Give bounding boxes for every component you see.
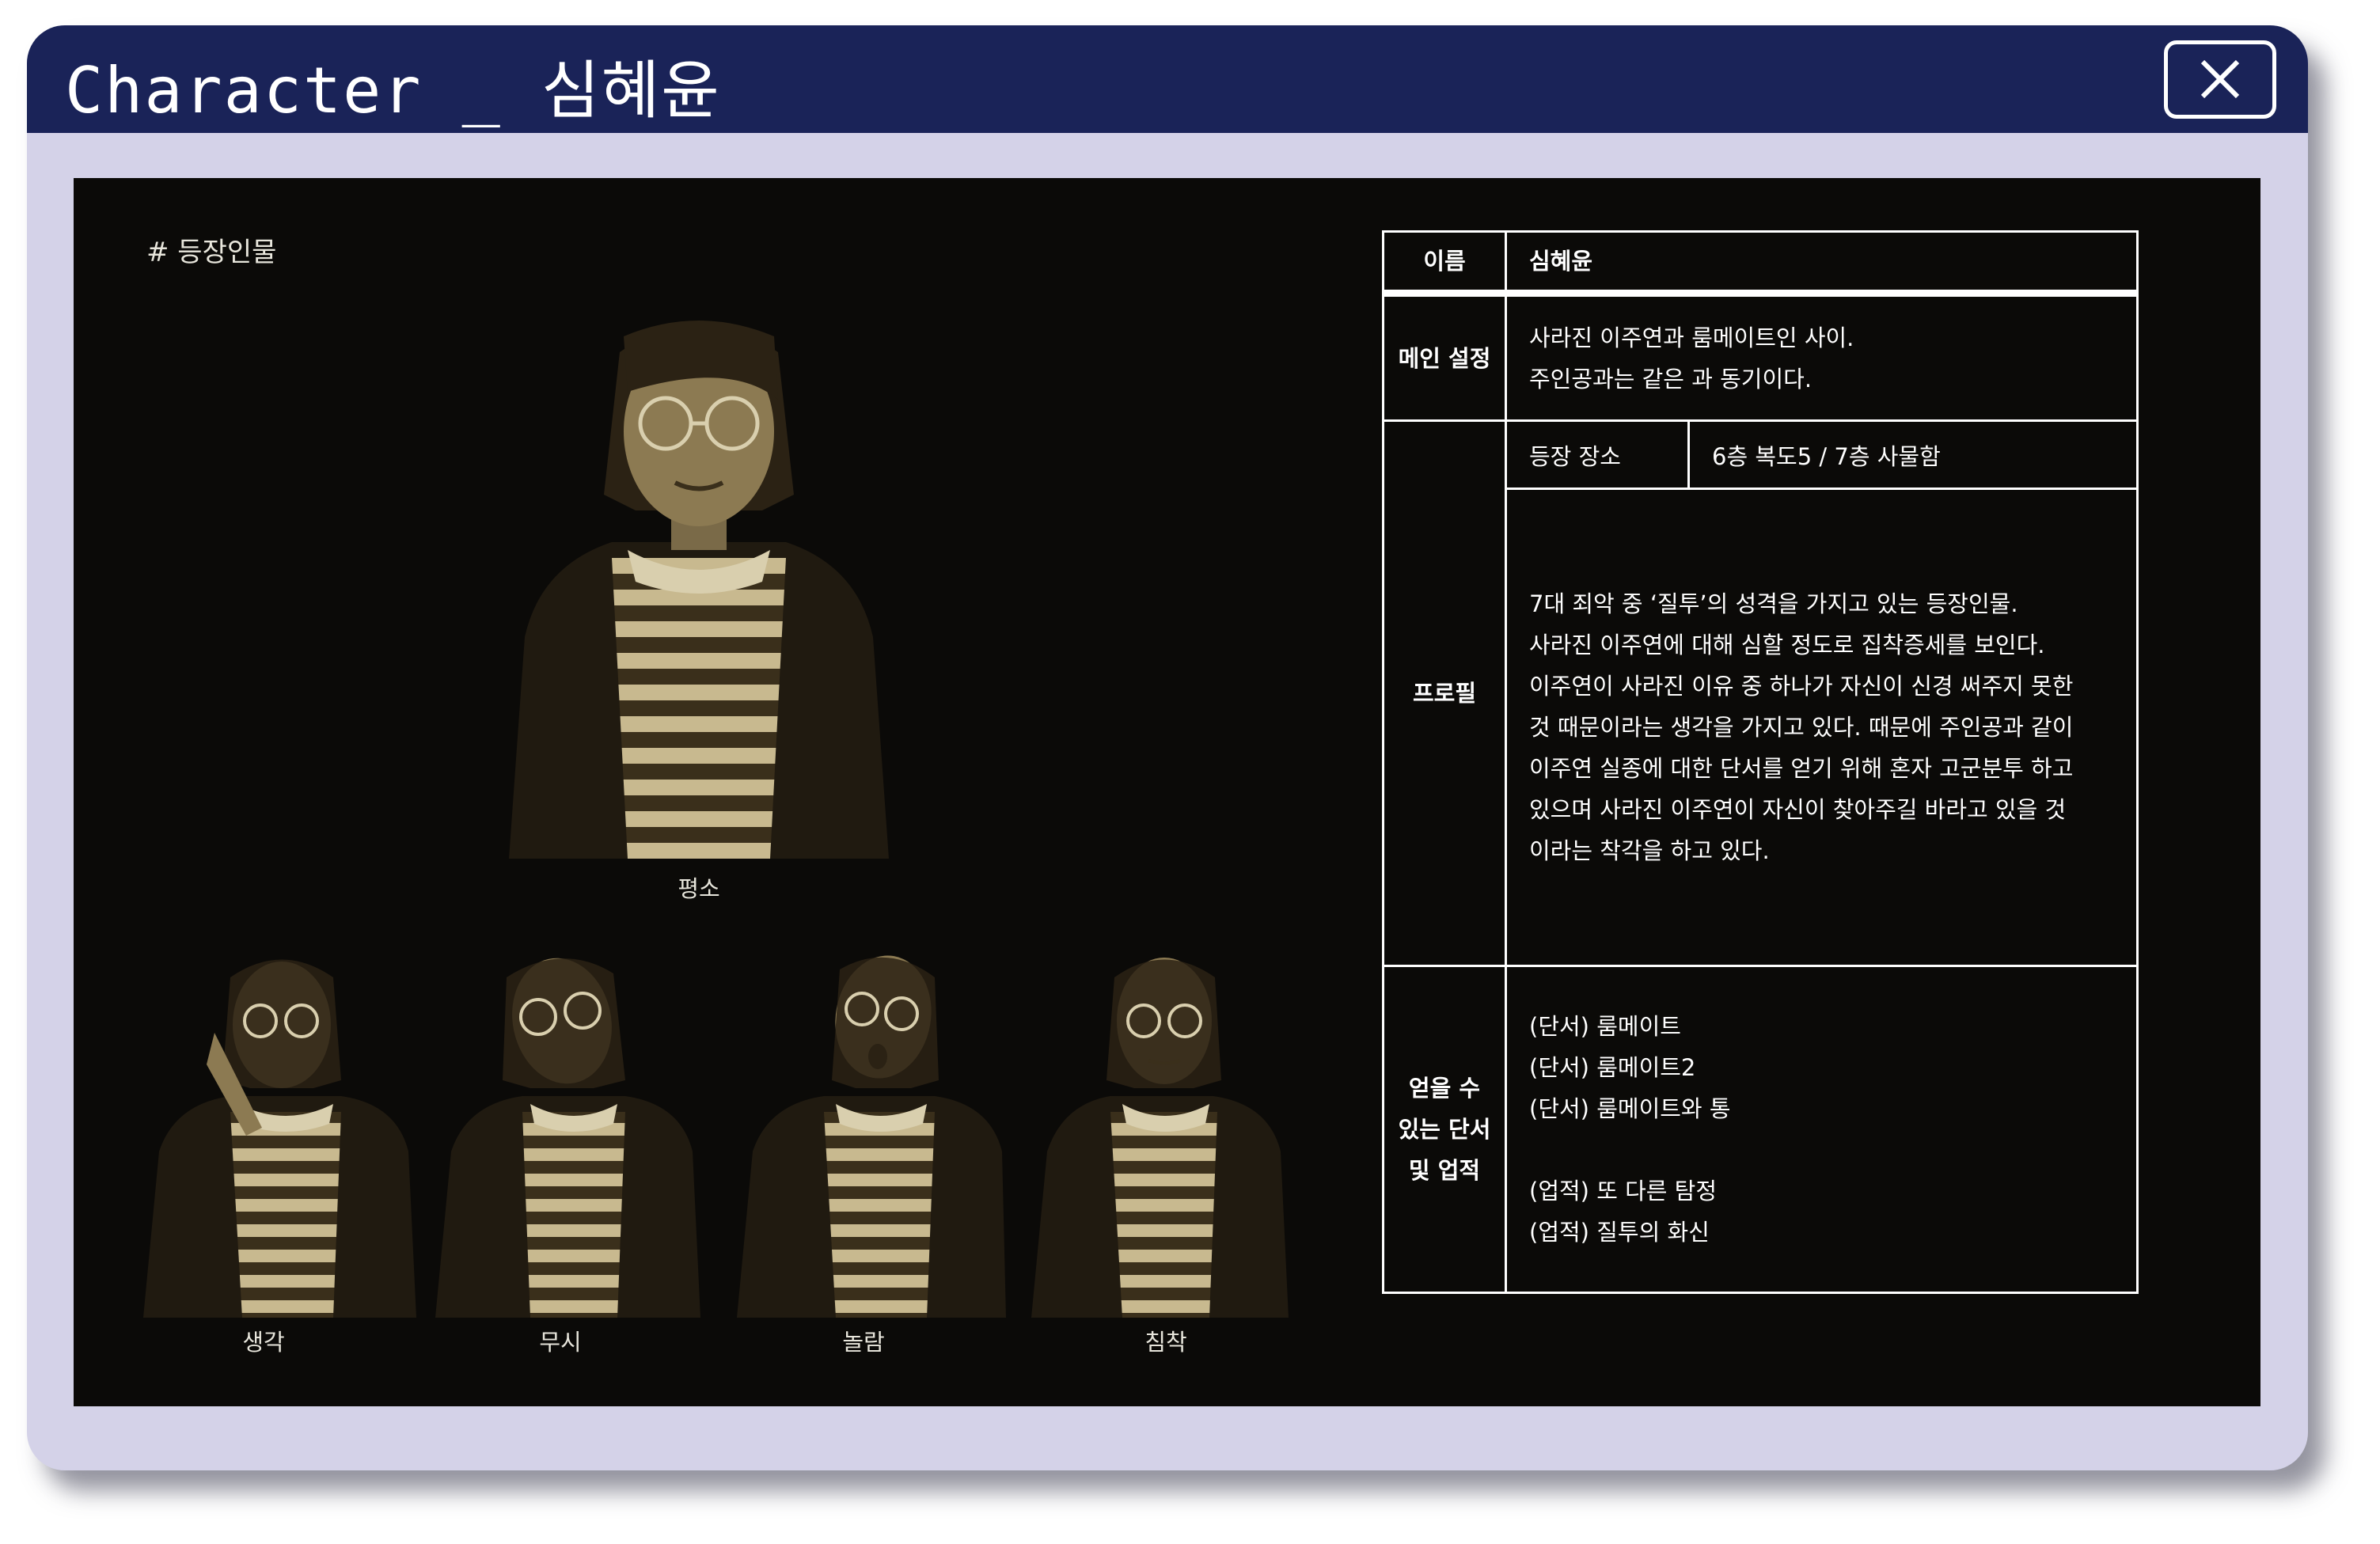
achievement-item: (업적) 질투의 화신 — [1529, 1219, 1710, 1246]
items-label-line: 얻을 수 — [1408, 1075, 1481, 1102]
profile-line: 것 때문이라는 생각을 가지고 있다. 때문에 주인공과 같이 — [1529, 714, 2074, 741]
profile-line: 있으며 사라진 이주연이 자신이 찾아주길 바라고 있을 것 — [1529, 796, 2067, 823]
profile-line: 7대 죄악 중 ‘질투’의 성격을 가지고 있는 등장인물. — [1529, 590, 2018, 617]
items-value: (단서) 룸메이트 (단서) 룸메이트2 (단서) 룸메이트와 통 (업적) 또… — [1505, 965, 2139, 1294]
content-panel: # 등장인물 평소 생각 무시 놀람 침착 이름 심혜윤 메인 설정 사라진 이… — [74, 178, 2260, 1406]
profile-line: 이라는 착각을 하고 있다. — [1529, 837, 1770, 864]
window-title: Character _ 심혜윤 — [65, 54, 721, 127]
items-label-line: 있는 단서 — [1398, 1116, 1491, 1143]
character-window: Character _ 심혜윤 # 등장인물 평소 생각 무시 놀람 침착 이름… — [27, 25, 2308, 1470]
achievement-item: (업적) 또 다른 탐정 — [1529, 1178, 1718, 1204]
caption-ignore: 무시 — [539, 1329, 582, 1356]
table-row-setting: 메인 설정 사라진 이주연과 룸메이트인 사이. 주인공과는 같은 과 동기이다… — [1382, 292, 2139, 422]
portrait-think-image — [143, 959, 416, 1318]
caption-calm: 침착 — [1144, 1329, 1187, 1356]
setting-label: 메인 설정 — [1382, 292, 1507, 422]
name-label: 이름 — [1382, 230, 1507, 297]
setting-value: 사라진 이주연과 룸메이트인 사이. 주인공과는 같은 과 동기이다. — [1505, 292, 2139, 422]
caption-surprise: 놀람 — [842, 1329, 885, 1356]
items-label-line: 및 업적 — [1408, 1157, 1481, 1184]
caption-think: 생각 — [242, 1329, 285, 1356]
close-button[interactable] — [2164, 40, 2276, 119]
clue-item: (단서) 룸메이트 — [1529, 1013, 1681, 1040]
table-row-name: 이름 심혜윤 — [1382, 230, 2139, 297]
setting-line: 사라진 이주연과 룸메이트인 사이. — [1529, 324, 1854, 351]
portrait-ignore-image — [435, 958, 700, 1318]
portrait-main-image — [509, 321, 889, 859]
portrait-surprise-image — [737, 955, 1006, 1318]
name-value: 심혜윤 — [1505, 230, 2139, 297]
title-bar: Character _ 심혜윤 — [27, 25, 2308, 133]
clue-item: (단서) 룸메이트와 통 — [1529, 1095, 1731, 1122]
table-row-items: 얻을 수 있는 단서 및 업적 (단서) 룸메이트 (단서) 룸메이트2 (단서… — [1382, 965, 2139, 1294]
profile-description: 7대 죄악 중 ‘질투’의 성격을 가지고 있는 등장인물. 사라진 이주연에 … — [1505, 487, 2139, 967]
profile-line: 이주연 실종에 대한 단서를 얻기 위해 혼자 고군분투 하고 — [1529, 755, 2074, 782]
close-icon — [2200, 59, 2240, 99]
profile-label: 프로필 — [1382, 419, 1507, 967]
items-label: 얻을 수 있는 단서 및 업적 — [1382, 965, 1507, 1294]
clue-item: (단서) 룸메이트2 — [1529, 1054, 1696, 1081]
place-label: 등장 장소 — [1505, 419, 1690, 490]
list-spacer — [1529, 1129, 2136, 1170]
setting-line: 주인공과는 같은 과 동기이다. — [1529, 365, 1813, 393]
profile-table: 이름 심혜윤 메인 설정 사라진 이주연과 룸메이트인 사이. 주인공과는 같은… — [1382, 230, 2139, 1294]
place-value: 6층 복도5 / 7층 사물함 — [1687, 419, 2139, 490]
caption-main: 평소 — [678, 875, 720, 902]
section-label: # 등장인물 — [146, 237, 277, 268]
portrait-calm-image — [1031, 958, 1289, 1318]
profile-line: 사라진 이주연에 대해 심할 정도로 집착증세를 보인다. — [1529, 632, 2045, 658]
profile-line: 이주연이 사라진 이유 중 하나가 자신이 신경 써주지 못한 — [1529, 673, 2074, 700]
table-row-place: 프로필 등장 장소 6층 복도5 / 7층 사물함 — [1382, 419, 2139, 967]
